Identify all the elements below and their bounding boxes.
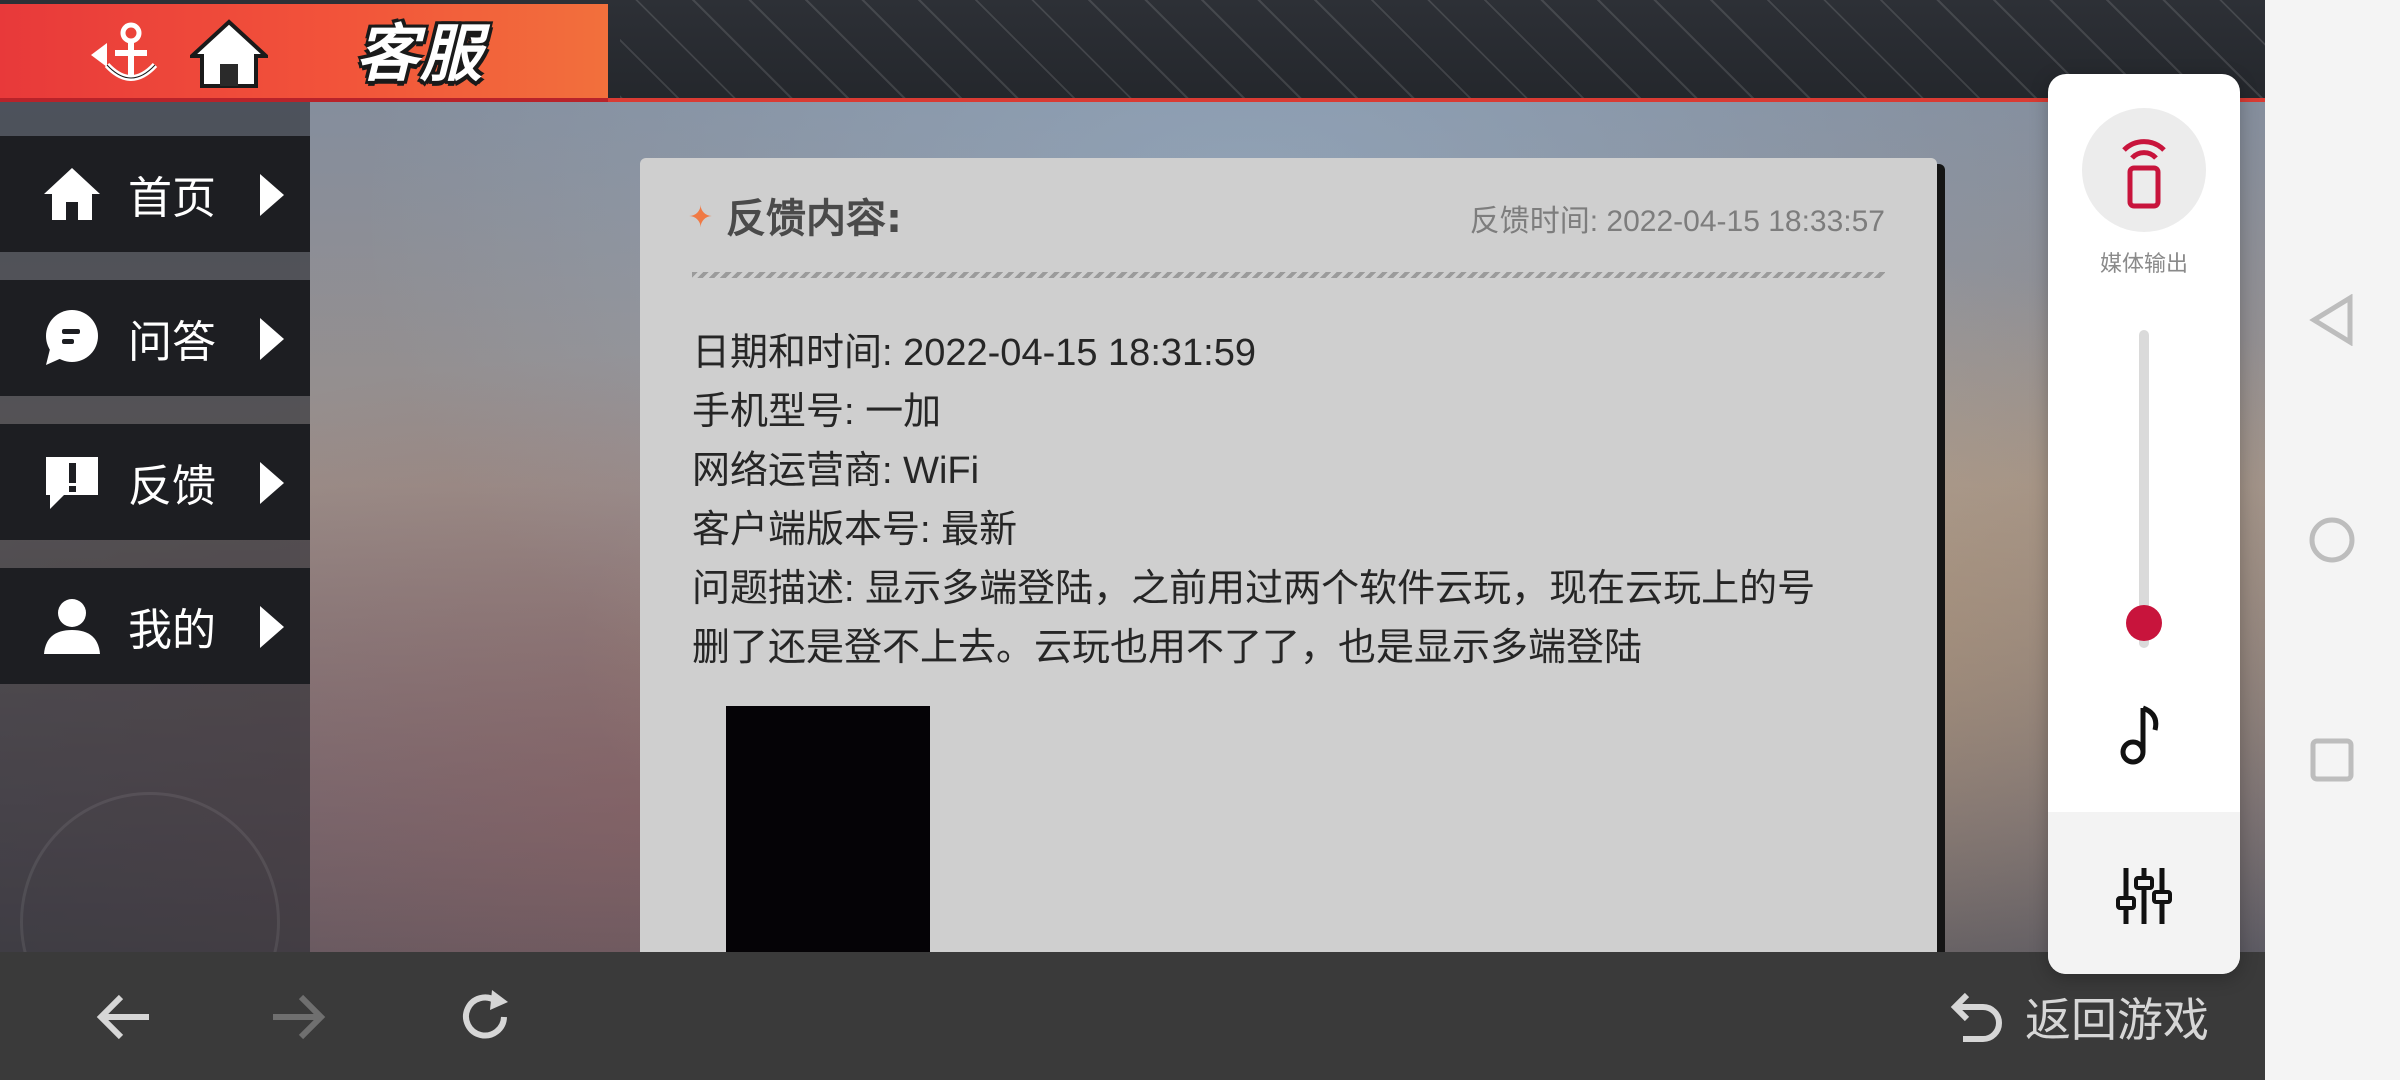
feedback-line: 客户端版本号: 最新 (692, 509, 1018, 551)
home-icon (190, 19, 268, 88)
sidebar-item-qa[interactable]: 问答 (0, 280, 310, 396)
back-button[interactable] (88, 982, 158, 1052)
triangle-back-icon (2309, 294, 2353, 346)
header-pattern (620, 0, 2265, 98)
app-window: 客服 首页 问答 反馈 我的 ✦ 反馈内容: 反馈时间: 2022-04-15 … (0, 0, 2265, 1080)
system-recents-button[interactable] (2295, 723, 2369, 797)
anchor-back-icon (91, 22, 158, 81)
sound-settings-button[interactable] (2104, 856, 2184, 936)
sidebar-item-label: 问答 (128, 317, 216, 368)
return-game-label: 返回游戏 (2025, 993, 2209, 1047)
system-nav-bar (2265, 0, 2400, 1080)
feedback-line: 删了还是登不上去。云玩也用不了了，也是显示多端登陆 (692, 627, 1643, 669)
bottom-bar: 返回游戏 (0, 952, 2265, 1080)
sidebar: 首页 问答 反馈 我的 (0, 102, 310, 1052)
arrow-left-icon (96, 994, 149, 1040)
volume-slider[interactable] (2139, 330, 2149, 648)
sidebar-item-mine[interactable]: 我的 (0, 568, 310, 684)
forward-button[interactable] (264, 982, 334, 1052)
star-icon: ✦ (688, 200, 714, 235)
music-note-icon (2120, 705, 2159, 765)
chevron-right-icon (260, 462, 284, 504)
feedback-line: 日期和时间: 2022-04-15 18:31:59 (692, 332, 1256, 374)
equalizer-icon (2116, 868, 2172, 924)
arrow-right-icon (273, 994, 326, 1040)
refresh-icon (463, 990, 508, 1039)
sidebar-item-label: 首页 (128, 173, 216, 224)
title-tab: 客服 (0, 4, 608, 102)
home-button[interactable] (184, 14, 274, 94)
feedback-body: 日期和时间: 2022-04-15 18:31:59 手机型号: 一加 网络运营… (692, 324, 1892, 678)
home-icon (36, 158, 108, 230)
top-bar: 客服 (0, 0, 2265, 102)
volume-panel: 媒体输出 (2048, 74, 2240, 974)
chat-bubble-icon (36, 302, 108, 374)
sidebar-item-label: 我的 (128, 605, 216, 656)
system-home-button[interactable] (2295, 503, 2369, 577)
refresh-button[interactable] (450, 982, 520, 1052)
person-icon (36, 590, 108, 662)
feedback-line: 手机型号: 一加 (692, 391, 942, 433)
feedback-time: 反馈时间: 2022-04-15 18:33:57 (1469, 205, 1885, 238)
feedback-card: ✦ 反馈内容: 反馈时间: 2022-04-15 18:33:57 日期和时间:… (640, 158, 1937, 958)
feedback-line: 问题描述: 显示多端登陆，之前用过两个软件云玩，现在云玩上的号 (692, 568, 1816, 610)
exclamation-bubble-icon (36, 446, 108, 518)
sidebar-item-label: 反馈 (128, 461, 216, 512)
panel-settings-area (2048, 812, 2240, 974)
media-volume-button[interactable] (2104, 694, 2184, 774)
circle-home-icon (2309, 517, 2355, 563)
media-output-label: 媒体输出 (2099, 252, 2188, 277)
divider (692, 272, 1885, 278)
feedback-line: 网络运营商: WiFi (692, 450, 980, 492)
media-output-button[interactable] (2082, 108, 2206, 232)
feedback-title: 反馈内容: (726, 196, 902, 242)
chevron-right-icon (260, 174, 284, 216)
square-recents-icon (2310, 738, 2354, 782)
undo-icon (1950, 992, 2002, 1042)
volume-slider-knob[interactable] (2126, 604, 2162, 641)
cast-device-icon (2122, 139, 2166, 209)
chevron-right-icon (260, 606, 284, 648)
attachment-image[interactable] (726, 706, 930, 958)
sidebar-item-feedback[interactable]: 反馈 (0, 424, 310, 540)
anchor-back-button[interactable] (80, 14, 170, 94)
chevron-right-icon (260, 318, 284, 360)
page-title: 客服 (356, 17, 485, 90)
system-back-button[interactable] (2295, 283, 2369, 357)
return-game-button[interactable]: 返回游戏 (1949, 982, 2209, 1052)
sidebar-item-home[interactable]: 首页 (0, 136, 310, 252)
